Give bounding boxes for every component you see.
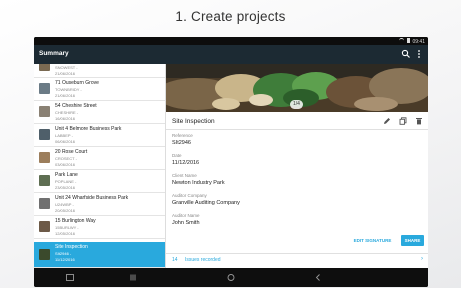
list-item-title: 20 Rose Court	[55, 149, 88, 155]
page-caption: 1. Create projects	[175, 9, 286, 24]
list-item-subtitle: CROSECT -	[55, 156, 77, 161]
list-item[interactable]: Unit 4 Belmore Business Park LABBEP - 06…	[34, 124, 165, 147]
list-item-selected[interactable]: Site Inspection SIt2946 - 11/12/2016	[34, 242, 165, 268]
list-item-date: 23/05/2016	[55, 185, 76, 190]
list-item[interactable]: 15 Burlington Way 15BURLWY - 12/05/2016	[34, 216, 165, 239]
list-item-title: Unit 24 Wharfside Business Park	[55, 195, 129, 201]
copy-icon[interactable]	[399, 117, 407, 125]
more-vert-icon[interactable]	[416, 49, 422, 59]
edit-icon[interactable]	[383, 117, 391, 125]
project-thumbnail	[39, 152, 50, 163]
list-item-title: 71 Ouseburn Grove	[55, 80, 99, 86]
project-thumbnail	[39, 175, 50, 186]
auditor-company-label: Auditor Company	[172, 193, 207, 198]
reference-value: SIt2946	[172, 140, 191, 146]
delete-icon[interactable]	[415, 117, 423, 125]
chevron-right-icon[interactable]: ›	[421, 256, 423, 262]
divider	[166, 129, 428, 130]
app-bar: Summary	[34, 45, 428, 64]
recent-apps-icon[interactable]	[65, 273, 75, 282]
list-item-date: 06/06/2016	[55, 139, 76, 144]
list-item-subtitle: U24WBP -	[55, 202, 74, 207]
list-item-title: 15 Burlington Way	[55, 218, 96, 224]
list-item-title: Park Lane	[55, 172, 78, 178]
client-name-value: Newton Industry Park	[172, 180, 225, 186]
list-item[interactable]: Park Lane POPLANE - 23/05/2016	[34, 170, 165, 193]
status-time: 09:41	[412, 38, 425, 45]
project-thumbnail	[39, 83, 50, 94]
list-item-title: Unit 4 Belmore Business Park	[55, 126, 122, 132]
list-item-date: 03/06/2016	[55, 162, 76, 167]
project-thumbnail	[39, 129, 50, 140]
project-thumbnail	[39, 249, 50, 260]
list-item[interactable]: SNOWEST - 21/06/2016	[34, 64, 165, 78]
list-item-subtitle: SIt2946 -	[55, 251, 72, 256]
list-item-title: 54 Cheshire Street	[55, 103, 97, 109]
edit-signature-button[interactable]: EDIT SIGNATURE	[351, 235, 394, 246]
project-list: SNOWEST - 21/06/2016 71 Ouseburn Grove T…	[34, 64, 165, 268]
project-thumbnail	[39, 106, 50, 117]
project-detail: 1/4 Site Inspection Reference SIt2946 Da…	[165, 64, 428, 268]
detail-title: Site Inspection	[172, 118, 215, 125]
list-item-subtitle: POPLANE -	[55, 179, 77, 184]
list-item-date: 11/12/2016	[55, 257, 75, 262]
list-item[interactable]: 71 Ouseburn Grove TOWNBRIDY - 21/06/2016	[34, 78, 165, 101]
list-item-subtitle: SNOWEST -	[55, 65, 78, 70]
list-item-date: 21/06/2016	[55, 71, 76, 76]
issues-row[interactable]: 14 Issues recorded	[172, 257, 221, 263]
list-item-subtitle: CHESHIRE -	[55, 110, 79, 115]
project-thumbnail	[39, 198, 50, 209]
system-nav-bar	[34, 268, 428, 287]
search-icon[interactable]	[401, 49, 411, 59]
auditor-company-value: Granville Auditing Company	[172, 200, 240, 206]
project-thumbnail	[39, 64, 50, 71]
battery-icon	[407, 38, 410, 43]
date-label: Date	[172, 153, 182, 158]
issues-label: Issues recorded	[184, 257, 221, 263]
issues-count: 14	[172, 257, 178, 263]
tablet-screen: 09:41 Summary SNOWEST - 21/06/2016 71 Ou…	[34, 37, 428, 287]
back-icon[interactable]	[313, 273, 323, 282]
menu-icon[interactable]	[128, 273, 138, 282]
client-name-label: Client Name	[172, 173, 197, 178]
share-button[interactable]: SHARE	[401, 235, 424, 246]
app-bar-title: Summary	[39, 50, 69, 57]
auditor-name-value: John Smith	[172, 220, 200, 226]
list-item-date: 20/05/2016	[55, 208, 76, 213]
list-item-date: 16/06/2016	[55, 116, 76, 121]
home-icon[interactable]	[226, 273, 236, 282]
list-item[interactable]: Unit 24 Wharfside Business Park U24WBP -…	[34, 193, 165, 216]
status-bar: 09:41	[34, 37, 428, 45]
list-item-subtitle: TOWNBRIDY -	[55, 87, 82, 92]
reference-label: Reference	[172, 133, 193, 138]
wifi-icon	[399, 38, 404, 43]
image-counter-badge[interactable]: 1/4	[290, 100, 303, 109]
list-item-date: 12/05/2016	[55, 231, 76, 236]
divider	[166, 253, 428, 254]
auditor-name-label: Auditor Name	[172, 213, 200, 218]
list-item[interactable]: 54 Cheshire Street CHESHIRE - 16/06/2016	[34, 101, 165, 124]
list-item-title: Site Inspection	[55, 244, 88, 250]
list-item-subtitle: 15BURLWY -	[55, 225, 79, 230]
project-thumbnail	[39, 221, 50, 232]
list-item-date: 21/06/2016	[55, 93, 76, 98]
list-item[interactable]: 20 Rose Court CROSECT - 03/06/2016	[34, 147, 165, 170]
date-value: 11/12/2016	[172, 160, 200, 166]
list-item-subtitle: LABBEP -	[55, 133, 73, 138]
